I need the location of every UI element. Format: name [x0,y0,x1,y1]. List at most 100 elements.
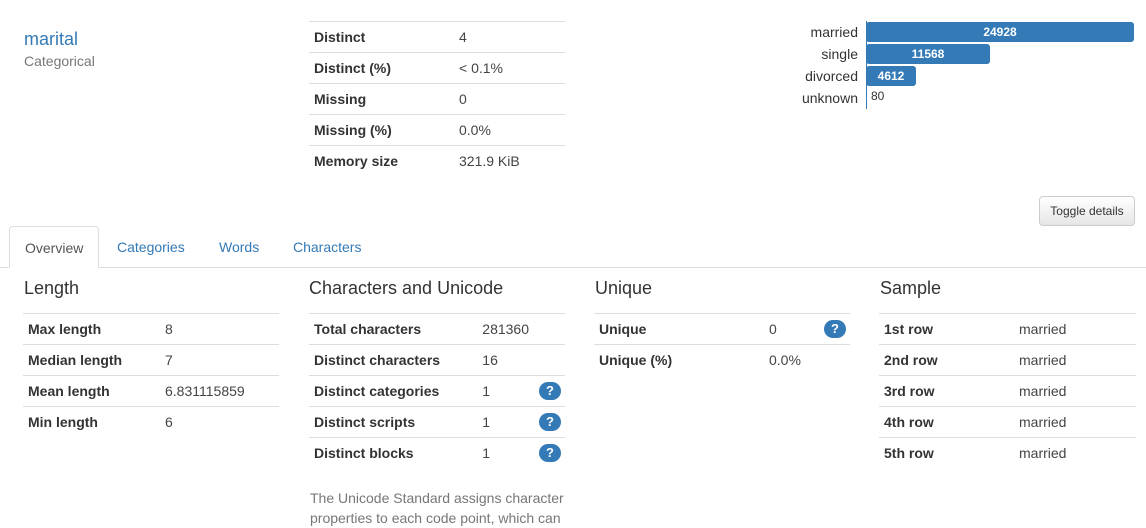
value-count-row: married 24928 [760,21,1140,43]
sample-table: 1st row married 2nd row married 3rd row … [879,313,1136,469]
unique-label: Unique [594,313,764,345]
unicode-section-title: Characters and Unicode [309,278,504,298]
value-count-bar [866,88,867,108]
table-row: Median length 7 [23,344,279,376]
table-row: Unique (%) 0.0% [594,344,850,376]
table-row: Mean length 6.831115859 [23,375,279,407]
variable-name-link[interactable]: marital [24,29,78,50]
help-cell: ? [819,313,850,345]
unicode-value: 1 [477,437,534,469]
tab-overview[interactable]: Overview [9,226,100,268]
unicode-label: Total characters [309,313,478,345]
help-icon[interactable]: ? [539,413,561,431]
help-icon[interactable]: ? [539,444,561,463]
table-row: 4th row married [879,406,1136,438]
summary-label: Missing (%) [309,114,454,146]
table-row: Max length 8 [23,313,279,345]
summary-value: < 0.1% [454,52,565,84]
length-label: Max length [23,313,160,345]
length-value: 7 [160,344,279,376]
help-cell: ? [534,375,565,407]
help-cell: ? [534,437,565,469]
summary-value: 0.0% [454,114,565,146]
sample-label: 1st row [879,313,1014,345]
table-row: Distinct (%) < 0.1% [309,52,565,84]
help-cell [819,344,850,376]
help-cell [534,313,565,345]
tab-categories[interactable]: Categories [102,226,200,268]
table-row: 1st row married [879,313,1136,345]
sample-label: 5th row [879,437,1014,469]
unique-section-title: Unique [595,278,653,298]
unicode-table: Total characters 281360 Distinct charact… [309,313,565,469]
summary-label: Missing [309,83,454,115]
table-row: Memory size 321.9 KiB [309,145,565,177]
table-row: Missing (%) 0.0% [309,114,565,146]
sample-value: married [1014,313,1136,345]
summary-value: 4 [454,21,565,53]
table-row: Unique 0 ? [594,313,850,345]
variable-type: Categorical [24,53,95,69]
unicode-value: 281360 [477,313,534,345]
sample-value: married [1014,344,1136,376]
value-count-number: 4612 [877,69,905,83]
unique-label: Unique (%) [594,344,764,376]
value-count-label: single [821,46,858,62]
unicode-label: Distinct characters [309,344,478,376]
tab-words[interactable]: Words [204,226,274,268]
length-label: Mean length [23,375,160,407]
length-value: 6 [160,406,279,438]
summary-label: Distinct [309,21,454,53]
table-row: Distinct characters 16 [309,344,565,376]
help-icon[interactable]: ? [824,320,846,338]
summary-table: Distinct 4 Distinct (%) < 0.1% Missing 0… [309,21,565,177]
unicode-value: 1 [477,406,534,438]
summary-label: Distinct (%) [309,52,454,84]
value-count-label: divorced [805,68,858,84]
unique-value: 0 [764,313,819,345]
table-row: Distinct categories 1 ? [309,375,565,407]
unicode-value: 16 [477,344,534,376]
length-label: Median length [23,344,160,376]
table-row: Distinct scripts 1 ? [309,406,565,438]
value-count-bar: 4612 [866,66,916,86]
toggle-details-button[interactable]: Toggle details [1039,196,1135,226]
sample-section-title: Sample [880,278,942,298]
unicode-value: 1 [477,375,534,407]
unique-table: Unique 0 ? Unique (%) 0.0% [594,313,850,376]
value-count-row: single 11568 [760,43,1140,65]
table-row: Min length 6 [23,406,279,438]
value-count-bar: 24928 [866,22,1134,42]
unicode-label: Distinct blocks [309,437,478,469]
length-section-title: Length [24,278,80,298]
table-row: Distinct 4 [309,21,565,53]
value-count-row: divorced 4612 [760,65,1140,87]
value-count-bar: 11568 [866,44,990,64]
length-value: 8 [160,313,279,345]
summary-value: 0 [454,83,565,115]
table-row: 3rd row married [879,375,1136,407]
help-cell [534,344,565,376]
table-row: 2nd row married [879,344,1136,376]
help-icon[interactable]: ? [539,382,561,400]
value-count-number: 11568 [911,47,945,61]
sample-value: married [1014,406,1136,438]
value-count-row: unknown 80 [760,87,1140,109]
table-row: Distinct blocks 1 ? [309,437,565,469]
sample-label: 2nd row [879,344,1014,376]
unicode-label: Distinct categories [309,375,478,407]
unique-value: 0.0% [764,344,819,376]
value-count-label: married [810,24,858,40]
unicode-note: The Unicode Standard assigns character p… [310,490,564,526]
value-count-number: 80 [871,89,885,103]
unicode-label: Distinct scripts [309,406,478,438]
summary-value: 321.9 KiB [454,145,565,177]
summary-label: Memory size [309,145,454,177]
value-count-number: 24928 [983,25,1017,39]
sample-value: married [1014,437,1136,469]
length-value: 6.831115859 [160,375,279,407]
sample-label: 4th row [879,406,1014,438]
tab-characters[interactable]: Characters [278,226,376,268]
value-count-label: unknown [801,90,858,106]
sample-label: 3rd row [879,375,1014,407]
